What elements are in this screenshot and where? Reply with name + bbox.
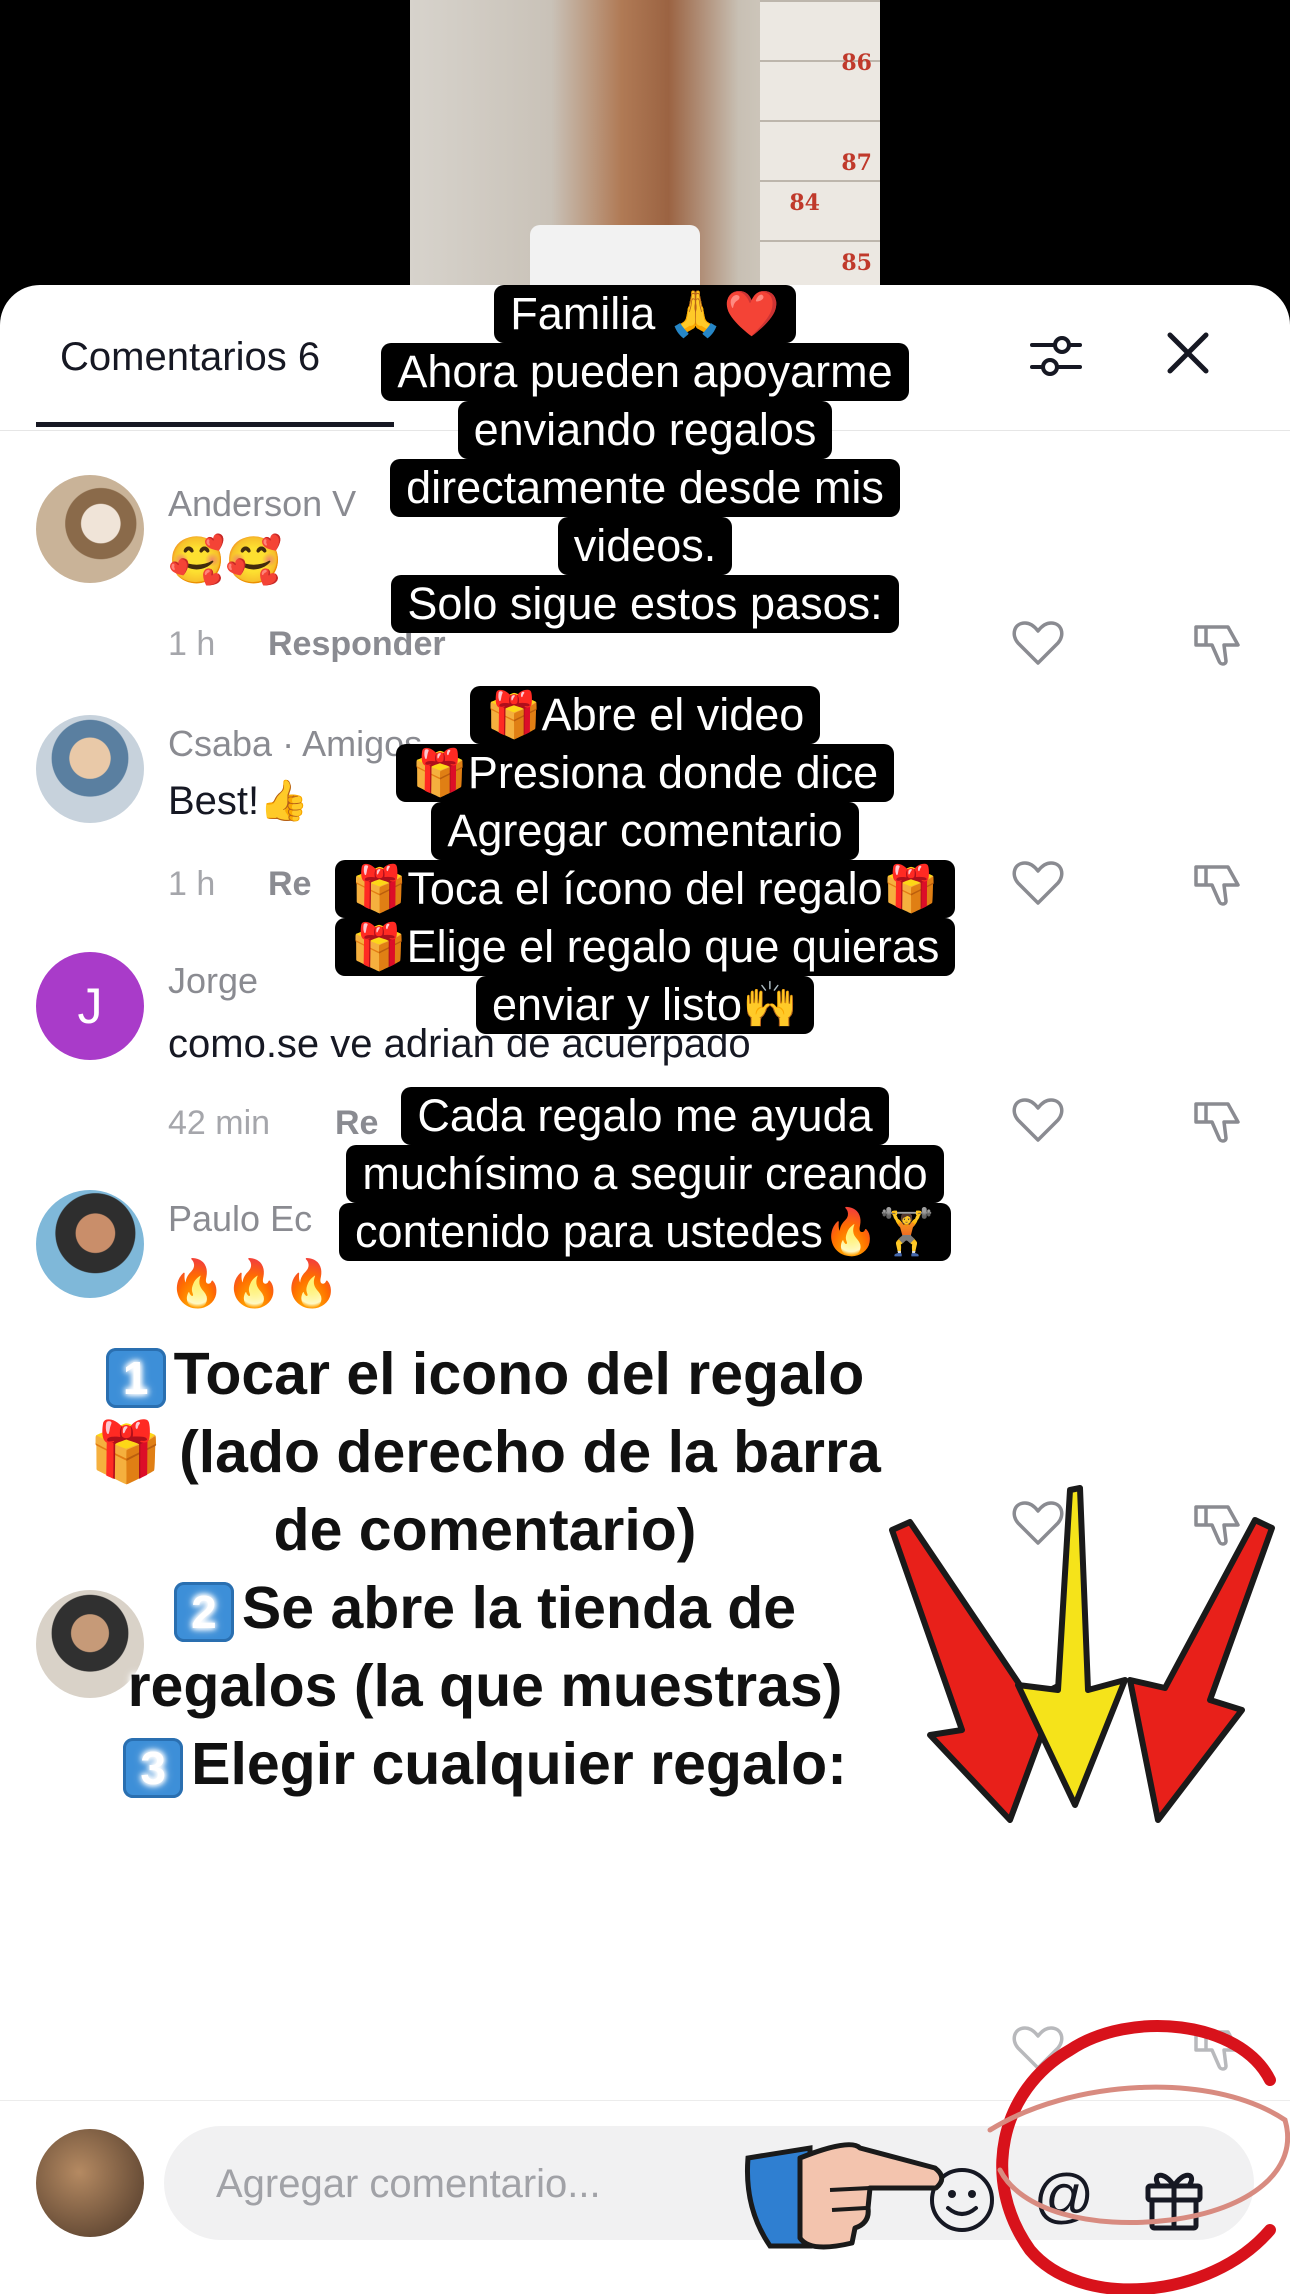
locker-number: 85 <box>841 250 872 276</box>
filter-icon[interactable] <box>1028 325 1084 385</box>
comment-time: 1 h <box>168 865 216 903</box>
locker-background: 86 87 84 85 <box>760 0 880 300</box>
comments-header: Comentarios 6 <box>0 285 1290 431</box>
comment-username[interactable]: Anderson V <box>168 483 356 525</box>
reply-button[interactable]: Re <box>268 865 311 904</box>
heart-icon[interactable] <box>1010 1092 1066 1148</box>
avatar[interactable] <box>36 1590 144 1698</box>
dislike-icon[interactable] <box>1190 855 1246 911</box>
comment-text: Best!👍 <box>168 779 309 823</box>
comments-sheet: Comentarios 6 Anderson V 🥰🥰 1 h Responde… <box>0 285 1290 2294</box>
reply-button[interactable]: Responder <box>268 625 446 664</box>
comment-text: 🔥🔥🔥 <box>168 1257 340 1309</box>
avatar[interactable] <box>36 475 144 583</box>
comment-username[interactable]: Csaba · Amigos <box>168 723 422 765</box>
heart-icon[interactable] <box>1010 855 1066 911</box>
arrow-annotations <box>889 1485 1275 1823</box>
dislike-icon[interactable] <box>1190 1092 1246 1148</box>
comment-input[interactable] <box>214 2126 738 2242</box>
comments-tab[interactable]: Comentarios 6 <box>60 335 320 380</box>
heart-icon[interactable] <box>1010 615 1066 671</box>
dislike-icon[interactable] <box>1190 615 1246 671</box>
current-user-avatar <box>36 2129 144 2237</box>
tab-underline <box>36 422 394 427</box>
avatar[interactable]: J <box>36 952 144 1060</box>
avatar[interactable] <box>36 715 144 823</box>
locker-number: 87 <box>841 150 872 176</box>
avatar[interactable] <box>36 1190 144 1298</box>
comment-text: como.se ve adrian de acuerpado <box>168 1022 751 1066</box>
video-player[interactable]: 86 87 84 85 <box>0 0 1290 320</box>
comment-time: 42 min <box>168 1104 271 1142</box>
red-arrow-right <box>1127 1517 1275 1823</box>
comment-username[interactable]: Paulo Ec <box>168 1198 312 1240</box>
pointing-hand-icon <box>745 2142 945 2250</box>
comment-time: 1 h <box>168 625 216 663</box>
close-icon[interactable] <box>1160 323 1216 383</box>
highlight-circle <box>987 2020 1290 2294</box>
comment-text: 🥰🥰 <box>168 534 283 586</box>
reply-button[interactable]: Re <box>335 1104 378 1143</box>
red-arrow-left <box>889 1519 1063 1823</box>
locker-number: 86 <box>841 50 872 76</box>
locker-number: 84 <box>789 190 820 216</box>
video-thumbnail: 86 87 84 85 <box>410 0 880 300</box>
comment-username[interactable]: Jorge <box>168 960 258 1002</box>
